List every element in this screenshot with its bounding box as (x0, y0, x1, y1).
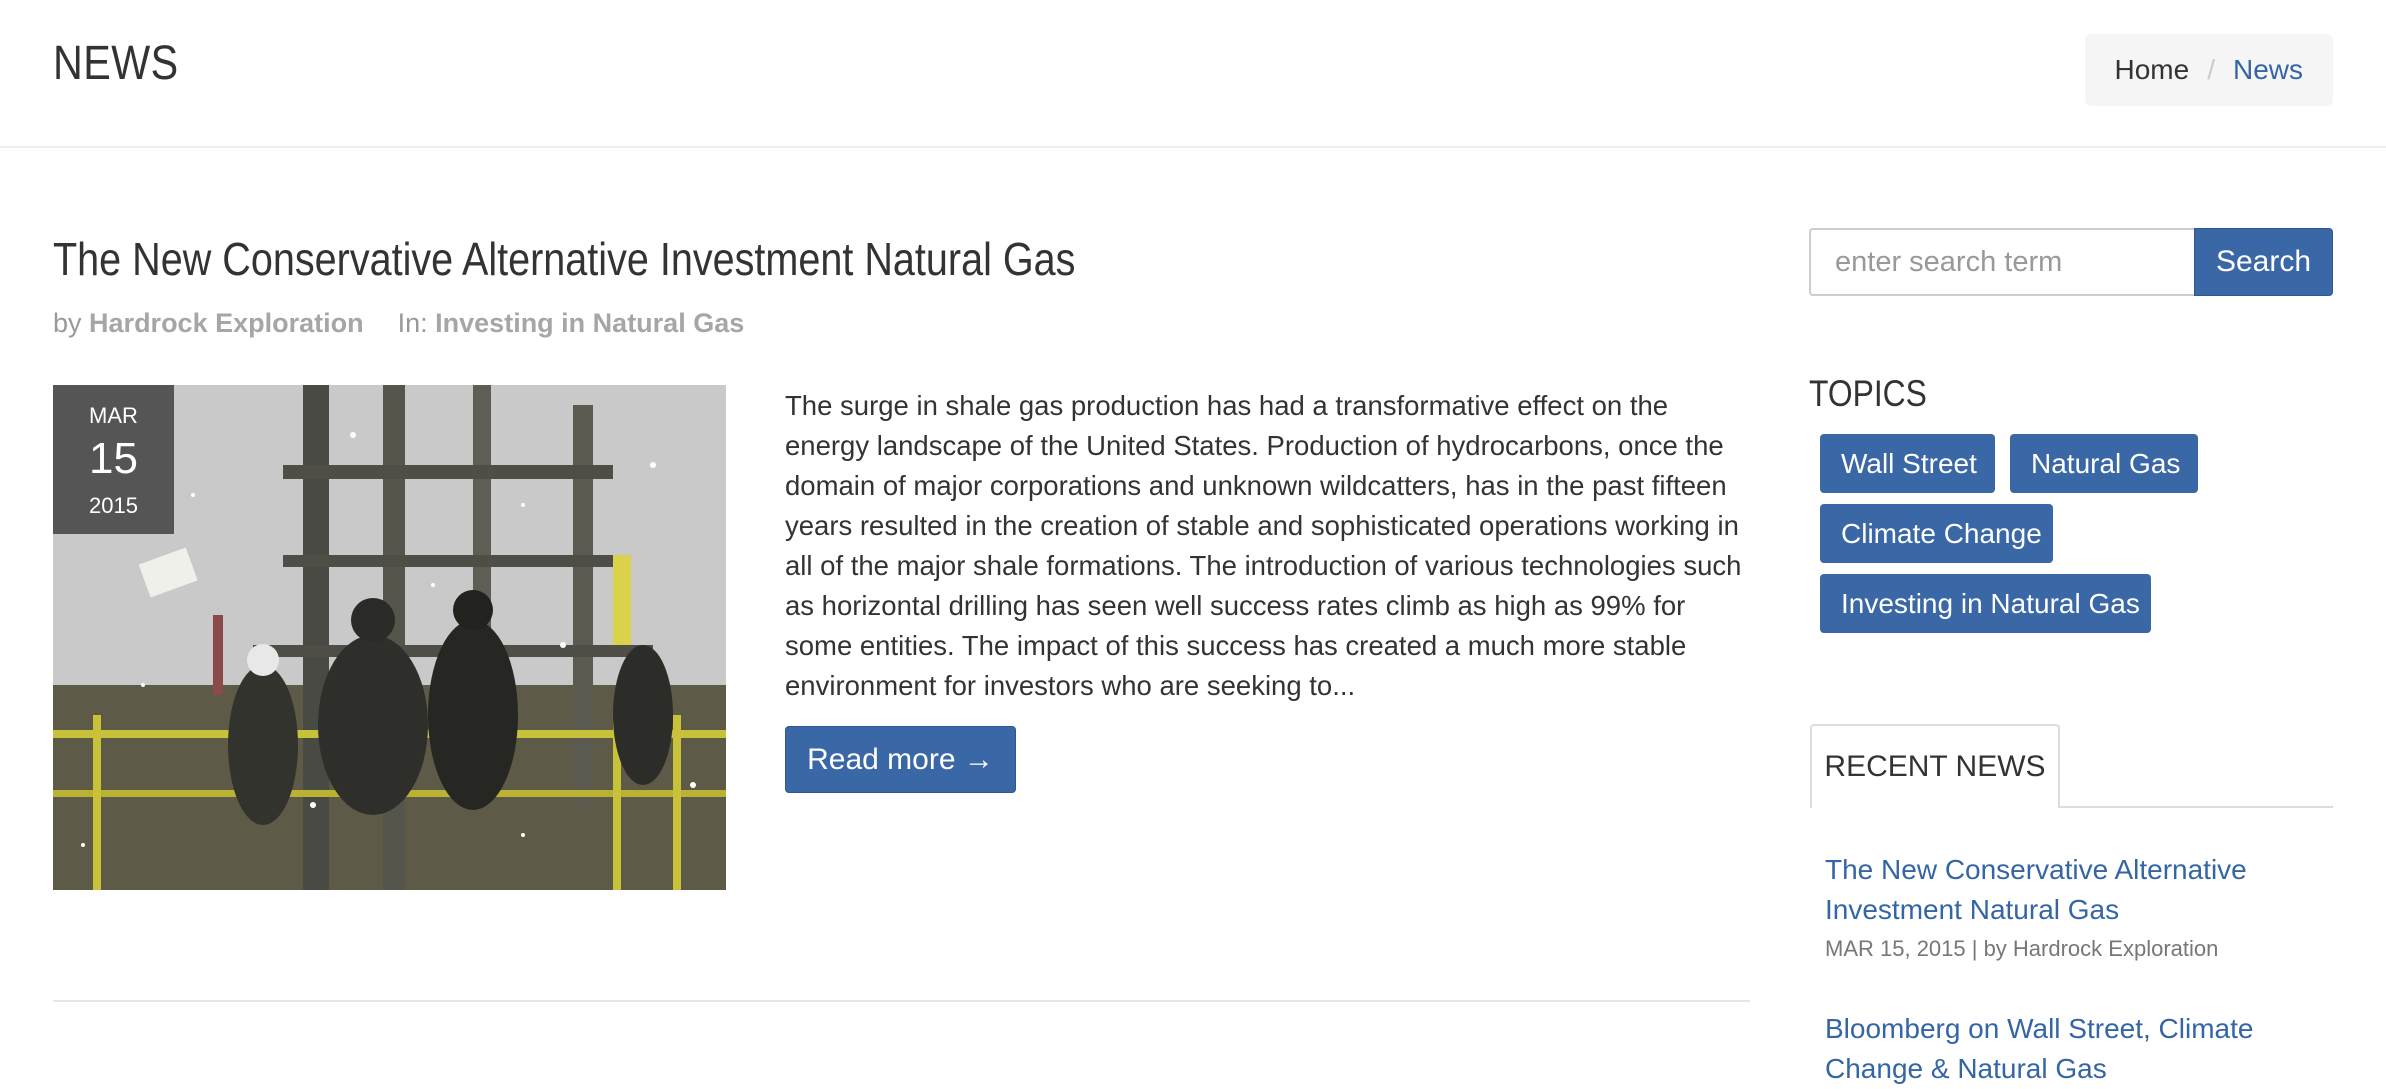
tag-natural-gas[interactable]: Natural Gas (2010, 434, 2198, 493)
search-input[interactable]: enter search term (1809, 228, 2195, 296)
page-title: NEWS (53, 37, 179, 90)
post-author-link[interactable]: Hardrock Exploration (89, 308, 364, 338)
tab-recent-news[interactable]: RECENT NEWS (1810, 724, 2060, 808)
post-divider (53, 1000, 1750, 1002)
recent-news-link[interactable]: The New Conservative Alternative Investm… (1825, 850, 2325, 930)
breadcrumb: Home / News (2084, 34, 2333, 106)
breadcrumb-home-link[interactable]: Home (2115, 54, 2190, 86)
page-header: NEWS Home / News (0, 0, 2386, 148)
post-meta-in-label: In: (397, 308, 428, 338)
recent-news-meta: MAR 15, 2015 | by Hardrock Exploration (1825, 936, 2219, 961)
read-more-button[interactable]: Read more → (785, 726, 1016, 793)
recent-news-link[interactable]: Bloomberg on Wall Street, Climate Change… (1825, 1009, 2325, 1089)
tab-underline (2060, 806, 2333, 808)
post-meta-by-label: by (53, 308, 82, 338)
post-title[interactable]: The New Conservative Alternative Investm… (53, 232, 1242, 286)
tag-investing-in-natural-gas[interactable]: Investing in Natural Gas (1820, 574, 2151, 633)
post-category-link[interactable]: Investing in Natural Gas (435, 308, 744, 338)
breadcrumb-current: News (2232, 54, 2303, 85)
post-meta: by Hardrock Exploration In: Investing in … (53, 308, 744, 339)
date-day: 15 (89, 434, 138, 483)
date-year: 2015 (89, 493, 138, 518)
breadcrumb-separator: / (2207, 54, 2215, 85)
date-badge: MAR 15 2015 (53, 385, 174, 534)
tag-wall-street[interactable]: Wall Street (1820, 434, 1995, 493)
search-button[interactable]: Search (2194, 228, 2333, 296)
date-month: MAR (89, 403, 138, 428)
tag-climate-change[interactable]: Climate Change (1820, 504, 2053, 563)
post-excerpt: The surge in shale gas production has ha… (785, 390, 1742, 701)
topics-heading: TOPICS (1809, 373, 1927, 414)
